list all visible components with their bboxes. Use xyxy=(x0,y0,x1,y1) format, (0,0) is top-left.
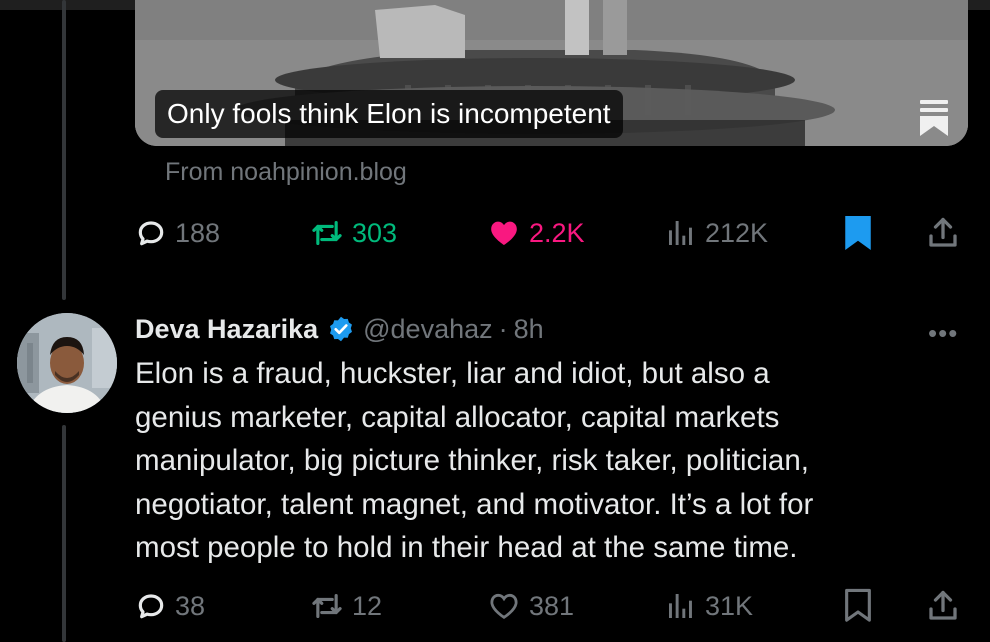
views-button[interactable]: 212K xyxy=(665,213,768,253)
bookmark-icon xyxy=(845,216,871,250)
tweet-text-line: genius marketer, capital allocator, capi… xyxy=(135,400,780,434)
share-icon xyxy=(929,217,957,247)
reply-button[interactable]: 38 xyxy=(135,586,205,626)
like-icon xyxy=(491,221,517,245)
bookmark-button[interactable] xyxy=(841,213,875,253)
author-handle[interactable]: @devahaz xyxy=(363,314,493,345)
tweet-text-line: negotiator, talent magnet, and motivator… xyxy=(135,487,814,521)
share-icon xyxy=(929,590,957,620)
repost-icon xyxy=(312,220,342,246)
share-button[interactable] xyxy=(925,213,961,253)
bookmark-button[interactable] xyxy=(841,586,875,626)
reply-count: 38 xyxy=(175,590,206,621)
thread-line-bottom xyxy=(62,425,66,642)
reply-button[interactable]: 188 xyxy=(135,213,220,253)
more-options-button[interactable]: ••• xyxy=(928,318,958,349)
tweet-text: Elon is a fraud, huckster, liar and idio… xyxy=(135,352,965,570)
header-separator: · xyxy=(498,313,508,344)
reply-count: 188 xyxy=(175,217,221,248)
action-bar: 38 12 381 31K xyxy=(135,586,968,626)
verified-badge-icon xyxy=(327,315,355,343)
tweet-text-line: most people to hold in their head at the… xyxy=(135,531,798,564)
card-headline: Only fools think Elon is incompetent xyxy=(155,90,623,138)
bookmark-icon xyxy=(845,588,871,622)
like-count: 381 xyxy=(529,590,575,621)
like-button[interactable]: 381 xyxy=(487,586,574,626)
tweet-timestamp[interactable]: 8h xyxy=(514,314,544,345)
avatar[interactable] xyxy=(17,313,117,413)
repost-count: 12 xyxy=(352,590,383,621)
card-source[interactable]: From noahpinion.blog xyxy=(165,158,407,187)
reply-icon xyxy=(138,221,164,246)
like-count: 2.2K xyxy=(529,217,585,248)
repost-button[interactable]: 303 xyxy=(310,213,397,253)
like-icon xyxy=(490,593,518,619)
author-name[interactable]: Deva Hazarika xyxy=(135,314,318,345)
like-button[interactable]: 2.2K xyxy=(487,213,585,253)
tweet-text-line: manipulator, big picture thinker, risk t… xyxy=(135,444,809,477)
repost-button[interactable]: 12 xyxy=(310,586,382,626)
views-icon xyxy=(669,221,692,245)
share-button[interactable] xyxy=(925,586,961,626)
views-count: 212K xyxy=(705,217,769,248)
thread-line-top xyxy=(62,0,66,300)
tweet-text-line: Elon is a fraud, huckster, liar and idio… xyxy=(135,357,770,390)
repost-count: 303 xyxy=(352,217,398,248)
views-icon xyxy=(669,594,692,618)
views-count: 31K xyxy=(705,590,754,621)
link-preview-card[interactable]: Only fools think Elon is incompetent xyxy=(135,0,968,146)
action-bar-previous: 188 303 2.2K 212K xyxy=(135,213,968,253)
reply-icon xyxy=(138,594,164,619)
views-button[interactable]: 31K xyxy=(665,586,753,626)
tweet-header: Deva Hazarika @devahaz · 8h xyxy=(135,309,544,349)
repost-icon xyxy=(312,593,342,619)
